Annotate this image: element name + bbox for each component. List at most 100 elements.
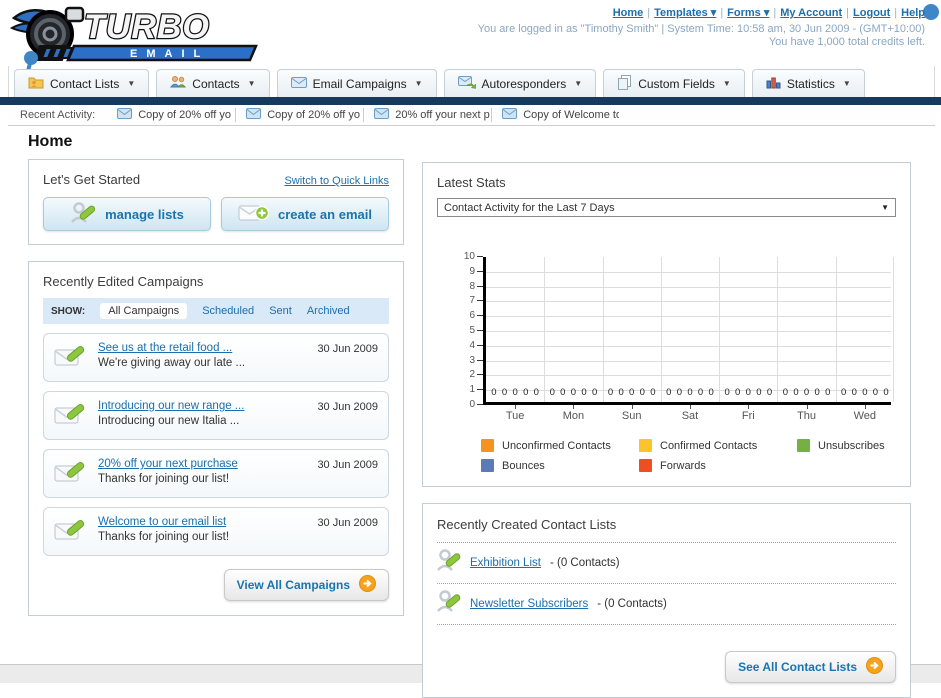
- view-all-campaigns-button[interactable]: View All Campaigns: [223, 569, 389, 601]
- person-pencil-icon: [437, 589, 461, 618]
- campaign-row[interactable]: See us at the retail food ... We're givi…: [43, 333, 389, 382]
- see-all-contact-lists-button[interactable]: See All Contact Lists: [725, 651, 896, 683]
- tab-label: Email Campaigns: [312, 76, 407, 91]
- chart-legend: Unconfirmed Contacts Confirmed Contacts …: [481, 439, 896, 472]
- campaign-row[interactable]: Introducing our new range ... Introducin…: [43, 391, 389, 440]
- header-link-templates[interactable]: Templates ▾: [654, 7, 716, 19]
- tab-contacts[interactable]: Contacts ▼: [156, 69, 270, 97]
- recent-activity-item[interactable]: 20% off your next p: [363, 108, 491, 122]
- x-axis-tick: [573, 405, 575, 409]
- gridline: [486, 360, 891, 362]
- contact-list-count: - (0 Contacts): [597, 597, 667, 610]
- tab-email-campaigns[interactable]: Email Campaigns ▼: [276, 69, 437, 97]
- envelope-icon: [246, 108, 262, 122]
- recently-created-contact-lists-panel: Recently Created Contact Lists Exhibitio…: [422, 503, 911, 698]
- switch-quick-links-link[interactable]: Switch to Quick Links: [284, 175, 389, 187]
- header-link-forms[interactable]: Forms ▾: [727, 7, 769, 19]
- y-axis-tick: [477, 359, 483, 361]
- header-link-my-account[interactable]: My Account: [780, 7, 842, 19]
- chart-value-label: 0: [735, 387, 741, 398]
- filter-scheduled[interactable]: Scheduled: [202, 305, 254, 317]
- recently-edited-campaigns-panel: Recently Edited Campaigns SHOW: All Camp…: [28, 261, 404, 616]
- chart-value-label: 0: [872, 387, 879, 398]
- chevron-down-icon: ▼: [722, 79, 731, 88]
- y-axis-tick-label: 4: [469, 339, 475, 351]
- legend-swatch: [481, 439, 494, 452]
- tab-statistics[interactable]: Statistics ▼: [751, 69, 865, 97]
- chart-value-label: 0: [629, 387, 635, 398]
- y-axis-tick: [477, 270, 483, 272]
- envelope-icon: [117, 108, 133, 122]
- chevron-down-icon: ▼: [881, 203, 889, 212]
- campaign-date: 30 Jun 2009: [317, 343, 378, 355]
- chart-value-label: 0: [570, 387, 577, 398]
- latest-stats-panel: Latest Stats Contact Activity for the La…: [422, 162, 911, 487]
- tab-contact-lists[interactable]: Contact Lists ▼: [14, 69, 150, 97]
- y-axis-tick: [477, 374, 483, 376]
- recent-activity-item[interactable]: Copy of 20% off yo: [235, 108, 363, 122]
- y-axis-tick: [477, 344, 483, 346]
- contact-list-row[interactable]: Newsletter Subscribers - (0 Contacts): [437, 584, 896, 625]
- y-axis-tick-label: 3: [469, 354, 475, 366]
- chart-value-label: 0: [862, 387, 868, 398]
- campaign-title-link[interactable]: Welcome to our email list: [98, 515, 229, 530]
- tab-custom-fields[interactable]: Custom Fields ▼: [603, 69, 745, 97]
- get-started-title: Let's Get Started: [43, 172, 141, 187]
- separator: |: [773, 7, 777, 19]
- svg-text:TURBO: TURBO: [84, 8, 210, 46]
- filter-archived[interactable]: Archived: [307, 305, 350, 317]
- x-axis-tick: [631, 405, 633, 409]
- recent-activity-item[interactable]: Copy of Welcome to: [491, 108, 619, 122]
- y-axis-tick: [477, 285, 483, 287]
- gridline: [893, 257, 894, 402]
- gridline: [602, 257, 604, 402]
- x-axis-tick: [864, 405, 866, 409]
- legend-swatch: [797, 439, 810, 452]
- campaign-title-link[interactable]: See us at the retail food ...: [98, 341, 245, 356]
- button-label: create an email: [278, 206, 372, 222]
- nav-divider-bar: [0, 97, 941, 105]
- y-axis-tick-label: 6: [469, 310, 475, 322]
- envelope-pencil-icon: [54, 341, 88, 374]
- header-links: Home | Templates ▾ | Forms ▾ | My Account | Logo…: [478, 6, 925, 19]
- chart-value-label: 0: [803, 387, 810, 398]
- campaign-title-link[interactable]: 20% off your next purchase: [98, 457, 238, 472]
- campaign-date: 30 Jun 2009: [317, 401, 378, 413]
- y-axis-tick: [477, 404, 483, 405]
- create-email-button[interactable]: create an email: [221, 197, 389, 231]
- legend-item: Unsubscribes: [797, 439, 941, 452]
- tab-label: Autoresponders: [481, 76, 567, 91]
- legend-swatch: [639, 439, 652, 452]
- chart-value-label: 0: [687, 387, 693, 398]
- contact-list-link[interactable]: Newsletter Subscribers: [470, 598, 588, 610]
- chart-value-label: 0: [766, 387, 773, 398]
- envelope-pencil-icon: [54, 457, 88, 490]
- gridline: [719, 257, 721, 402]
- filter-all-campaigns[interactable]: All Campaigns: [100, 303, 188, 319]
- recent-activity-item[interactable]: Copy of 20% off yo: [107, 108, 235, 122]
- legend-item: Confirmed Contacts: [639, 439, 797, 452]
- campaign-subtitle: We're giving away our late ...: [98, 357, 246, 369]
- header-link-home[interactable]: Home: [613, 7, 644, 19]
- x-axis-label: Fri: [741, 410, 755, 422]
- tab-autoresponders[interactable]: Autoresponders ▼: [443, 69, 597, 97]
- x-axis-label: Wed: [853, 410, 877, 422]
- tab-label: Custom Fields: [638, 76, 715, 91]
- campaign-date: 30 Jun 2009: [317, 517, 378, 529]
- chevron-down-icon: ▼: [247, 79, 256, 88]
- campaign-row[interactable]: Welcome to our email list Thanks for joi…: [43, 507, 389, 556]
- campaign-title-link[interactable]: Introducing our new range ...: [98, 399, 244, 414]
- contact-list-row[interactable]: Exhibition List - (0 Contacts): [437, 543, 896, 584]
- header-link-help[interactable]: Help: [901, 7, 925, 19]
- contact-list-link[interactable]: Exhibition List: [470, 557, 541, 569]
- filter-sent[interactable]: Sent: [269, 305, 292, 317]
- y-axis-tick-label: 1: [469, 384, 475, 396]
- manage-lists-button[interactable]: manage lists: [43, 197, 211, 231]
- campaign-row[interactable]: 20% off your next purchase Thanks for jo…: [43, 449, 389, 498]
- gridline: [777, 257, 779, 402]
- x-axis-label: Sat: [681, 410, 699, 422]
- y-axis-tick: [477, 315, 483, 317]
- stats-period-select[interactable]: Contact Activity for the Last 7 Days ▼: [437, 198, 896, 217]
- separator: |: [846, 7, 850, 19]
- header-link-logout[interactable]: Logout: [853, 7, 890, 19]
